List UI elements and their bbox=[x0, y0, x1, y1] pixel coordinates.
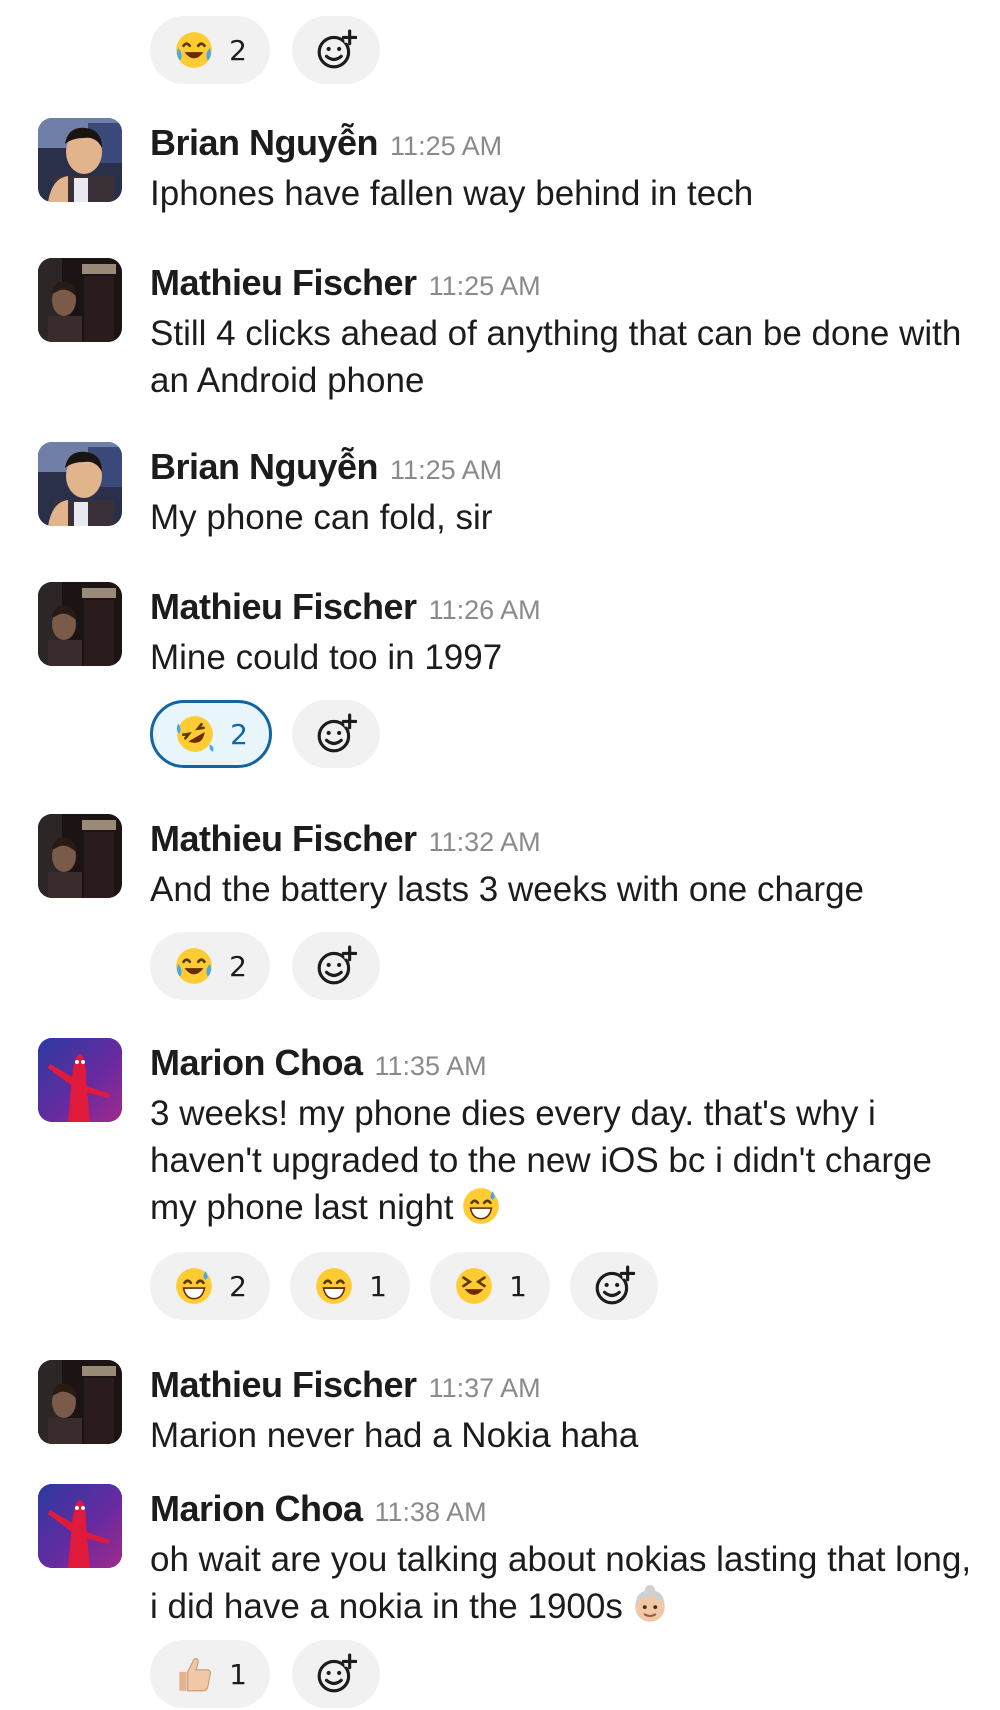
mathieu-avatar-icon bbox=[38, 1360, 122, 1444]
grin-emoji-icon bbox=[313, 1265, 355, 1307]
reaction-count: 2 bbox=[230, 717, 248, 751]
author-name[interactable]: Marion Choa bbox=[150, 1488, 363, 1529]
reaction-count: 1 bbox=[509, 1269, 527, 1303]
reaction-thumbs-up[interactable]: 1 bbox=[150, 1640, 270, 1708]
message-text-content: oh wait are you talking about nokias las… bbox=[150, 1540, 972, 1626]
message-text: Still 4 clicks ahead of anything that ca… bbox=[150, 314, 962, 400]
marion-avatar-icon bbox=[38, 1038, 122, 1122]
mathieu-avatar-icon bbox=[38, 258, 122, 342]
timestamp[interactable]: 11:35 AM bbox=[375, 1051, 487, 1081]
avatar-brian[interactable] bbox=[38, 118, 122, 202]
grinning-sweat-emoji-icon bbox=[460, 1185, 502, 1227]
thumbs-up-emoji-icon bbox=[173, 1653, 215, 1695]
message-header: Mathieu Fischer 11:32 AM bbox=[150, 818, 541, 860]
reaction-grinning-sweat[interactable]: 2 bbox=[150, 1252, 270, 1320]
joy-emoji-icon bbox=[173, 945, 215, 987]
add-reaction-icon bbox=[315, 945, 357, 987]
author-name[interactable]: Mathieu Fischer bbox=[150, 818, 417, 859]
brian-avatar-icon bbox=[38, 442, 122, 526]
message-header: Marion Choa 11:35 AM bbox=[150, 1042, 487, 1084]
add-reaction-icon bbox=[315, 1653, 357, 1695]
avatar-mathieu[interactable] bbox=[38, 582, 122, 666]
reaction-count: 1 bbox=[369, 1269, 387, 1303]
author-name[interactable]: Brian Nguyễn bbox=[150, 122, 379, 163]
message-header: Brian Nguyễn 11:25 AM bbox=[150, 446, 502, 488]
reaction-count: 2 bbox=[229, 1269, 247, 1303]
message-text-content: 3 weeks! my phone dies every day. that's… bbox=[150, 1094, 932, 1227]
author-name[interactable]: Brian Nguyễn bbox=[150, 446, 379, 487]
add-reaction-button[interactable] bbox=[292, 932, 380, 1000]
timestamp[interactable]: 11:38 AM bbox=[375, 1497, 487, 1527]
joy-emoji-icon bbox=[173, 29, 215, 71]
message-header: Marion Choa 11:38 AM bbox=[150, 1488, 487, 1530]
reaction-laughing[interactable]: 1 bbox=[430, 1252, 550, 1320]
timestamp[interactable]: 11:26 AM bbox=[429, 595, 541, 625]
timestamp[interactable]: 11:25 AM bbox=[390, 455, 502, 485]
message-header: Brian Nguyễn 11:25 AM bbox=[150, 122, 502, 164]
add-reaction-icon bbox=[315, 713, 357, 755]
message-text: 3 weeks! my phone dies every day. that's… bbox=[150, 1090, 980, 1231]
message-header: Mathieu Fischer 11:25 AM bbox=[150, 262, 541, 304]
brian-avatar-icon bbox=[38, 118, 122, 202]
message-header: Mathieu Fischer 11:26 AM bbox=[150, 586, 541, 628]
message-text: Iphones have fallen way behind in tech bbox=[150, 174, 754, 213]
add-reaction-button[interactable] bbox=[292, 700, 380, 768]
message-text: And the battery lasts 3 weeks with one c… bbox=[150, 870, 865, 909]
avatar-brian[interactable] bbox=[38, 442, 122, 526]
timestamp[interactable]: 11:32 AM bbox=[429, 827, 541, 857]
timestamp[interactable]: 11:25 AM bbox=[390, 131, 502, 161]
author-name[interactable]: Mathieu Fischer bbox=[150, 262, 417, 303]
message-text: My phone can fold, sir bbox=[150, 498, 493, 537]
grinning-sweat-emoji-icon bbox=[173, 1265, 215, 1307]
timestamp[interactable]: 11:25 AM bbox=[429, 271, 541, 301]
reaction-count: 2 bbox=[229, 33, 247, 67]
mathieu-avatar-icon bbox=[38, 814, 122, 898]
add-reaction-button[interactable] bbox=[292, 16, 380, 84]
author-name[interactable]: Mathieu Fischer bbox=[150, 1364, 417, 1405]
older-woman-emoji-icon bbox=[629, 1584, 671, 1626]
author-name[interactable]: Marion Choa bbox=[150, 1042, 363, 1083]
add-reaction-icon bbox=[593, 1265, 635, 1307]
message-text: oh wait are you talking about nokias las… bbox=[150, 1536, 980, 1630]
add-reaction-icon bbox=[315, 29, 357, 71]
message-text: Mine could too in 1997 bbox=[150, 638, 503, 677]
reaction-joy[interactable]: 2 bbox=[150, 16, 270, 84]
reaction-count: 2 bbox=[229, 949, 247, 983]
avatar-mathieu[interactable] bbox=[38, 814, 122, 898]
avatar-mathieu[interactable] bbox=[38, 1360, 122, 1444]
reaction-count: 1 bbox=[229, 1657, 247, 1691]
add-reaction-button[interactable] bbox=[292, 1640, 380, 1708]
message-text: Marion never had a Nokia haha bbox=[150, 1416, 639, 1455]
timestamp[interactable]: 11:37 AM bbox=[429, 1373, 541, 1403]
reaction-joy[interactable]: 2 bbox=[150, 932, 270, 1000]
add-reaction-button[interactable] bbox=[570, 1252, 658, 1320]
avatar-mathieu[interactable] bbox=[38, 258, 122, 342]
avatar-marion[interactable] bbox=[38, 1484, 122, 1568]
author-name[interactable]: Mathieu Fischer bbox=[150, 586, 417, 627]
mathieu-avatar-icon bbox=[38, 582, 122, 666]
reaction-rofl[interactable]: 2 bbox=[150, 700, 272, 768]
reaction-grin[interactable]: 1 bbox=[290, 1252, 410, 1320]
marion-avatar-icon bbox=[38, 1484, 122, 1568]
rofl-emoji-icon bbox=[174, 713, 216, 755]
message-header: Mathieu Fischer 11:37 AM bbox=[150, 1364, 541, 1406]
laughing-emoji-icon bbox=[453, 1265, 495, 1307]
avatar-marion[interactable] bbox=[38, 1038, 122, 1122]
